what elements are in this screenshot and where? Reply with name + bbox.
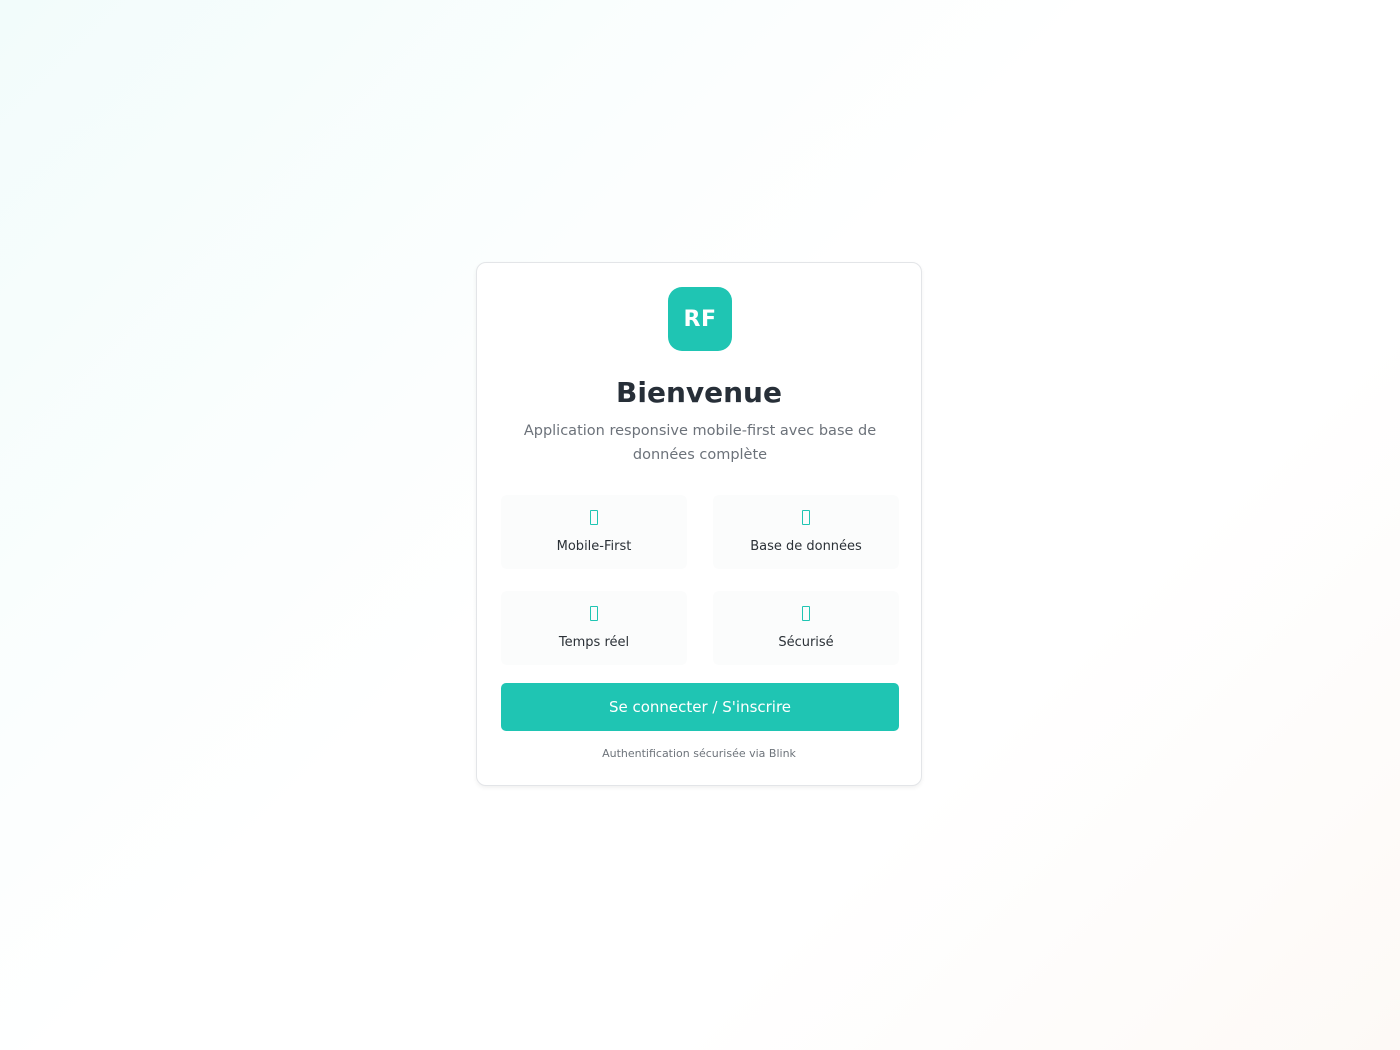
lock-icon [802, 606, 810, 621]
realtime-icon [590, 606, 598, 621]
feature-grid: Mobile-First Base de données Temps réel … [501, 495, 899, 665]
feature-secure: Sécurisé [713, 591, 899, 665]
feature-realtime: Temps réel [501, 591, 687, 665]
app-logo: RF [668, 287, 732, 351]
app-logo-text: RF [683, 306, 717, 332]
login-signup-button[interactable]: Se connecter / S'inscrire [501, 683, 899, 731]
mobile-icon [590, 510, 598, 525]
auth-footnote: Authentification sécurisée via Blink [602, 747, 796, 760]
welcome-card: RF Bienvenue Application responsive mobi… [476, 262, 922, 786]
feature-database: Base de données [713, 495, 899, 569]
feature-mobile-first: Mobile-First [501, 495, 687, 569]
feature-label: Base de données [750, 539, 862, 554]
feature-label: Temps réel [558, 635, 630, 650]
page-subtitle: Application responsive mobile-first avec… [523, 423, 877, 463]
feature-label: Sécurisé [778, 635, 834, 650]
feature-label: Mobile-First [556, 539, 632, 554]
database-icon [802, 510, 810, 525]
page-title: Bienvenue [616, 376, 782, 409]
